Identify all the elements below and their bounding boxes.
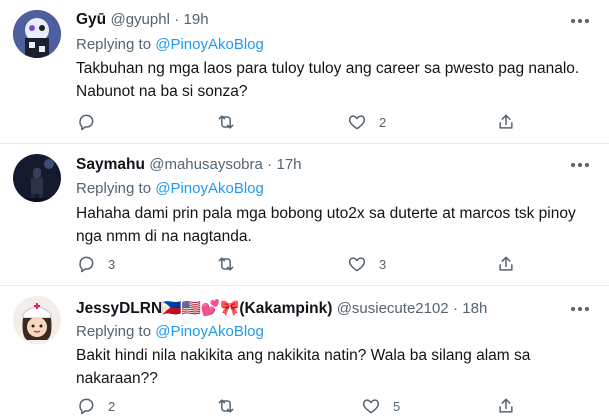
retweet-icon: [218, 257, 234, 271]
reply-button[interactable]: [76, 111, 108, 133]
avatar-image: [13, 296, 61, 344]
share-button[interactable]: [496, 111, 516, 133]
replying-label: Replying to: [76, 180, 152, 197]
separator-dot: ·: [452, 300, 458, 317]
reply-count: 3: [108, 256, 116, 272]
heart-icon: [348, 115, 366, 130]
tweet-text-line: nakaraan??: [76, 370, 158, 387]
display-name[interactable]: Gyū: [76, 11, 106, 28]
share-button[interactable]: [496, 395, 516, 417]
retweet-button[interactable]: [216, 253, 236, 275]
tweet-text-line: Nabunot na ba si sonza?: [76, 83, 248, 100]
avatar-image: [13, 154, 61, 202]
retweet-button[interactable]: [216, 111, 236, 133]
display-name[interactable]: JessyDLRN🇵🇭🇺🇸💕🎀(Kakampink): [76, 300, 332, 317]
like-button[interactable]: 2: [347, 111, 386, 133]
more-icon[interactable]: [571, 163, 589, 169]
like-button[interactable]: 5: [361, 395, 400, 417]
replying-label: Replying to: [76, 36, 152, 53]
reply-count: 2: [108, 398, 116, 414]
more-icon[interactable]: [571, 19, 589, 25]
replying-to-link[interactable]: @PinoyAkoBlog: [155, 180, 264, 197]
heart-icon: [348, 257, 366, 272]
timestamp[interactable]: 19h: [184, 11, 209, 28]
user-handle[interactable]: @susiecute2102: [337, 300, 449, 317]
more-icon[interactable]: [571, 307, 589, 313]
share-icon: [499, 114, 513, 129]
tweet-text-line: Hahaha dami prin pala mga bobong uto2x s…: [76, 205, 576, 222]
tweet-text-line: nga nmm di na nagtanda.: [76, 228, 252, 245]
timestamp[interactable]: 17h: [276, 156, 301, 173]
like-count: 2: [379, 114, 387, 130]
avatar-image: [13, 10, 61, 58]
tweet-text: Bakit hindi nila nakikita ang nakikita n…: [76, 344, 596, 390]
tweet-jessydlrn[interactable]: JessyDLRN🇵🇭🇺🇸💕🎀(Kakampink) @susiecute210…: [0, 286, 609, 420]
tweet-text: Takbuhan ng mga laos para tuloy tuloy an…: [76, 57, 596, 103]
reply-button[interactable]: 3: [76, 253, 115, 275]
separator-dot: ·: [174, 11, 180, 28]
tweet-saymahu[interactable]: Saymahu @mahusaysobra · 17h Replying to …: [0, 144, 609, 285]
tweet-text-line: Bakit hindi nila nakikita ang nakikita n…: [76, 347, 531, 364]
separator-dot: ·: [267, 156, 273, 173]
heart-icon: [362, 399, 380, 414]
reply-icon: [79, 398, 94, 415]
action-bar: 2: [76, 111, 596, 133]
share-button[interactable]: [496, 253, 516, 275]
share-icon: [499, 398, 513, 413]
like-button[interactable]: 3: [347, 253, 386, 275]
replying-to-link[interactable]: @PinoyAkoBlog: [155, 36, 264, 53]
action-bar: 3 3: [76, 253, 596, 275]
user-handle[interactable]: @gyuphl: [110, 11, 169, 28]
replying-to-link[interactable]: @PinoyAkoBlog: [155, 323, 264, 340]
reply-icon: [79, 114, 94, 131]
tweet-gyu[interactable]: Gyū @gyuphl · 19h Replying to @PinoyAkoB…: [0, 0, 609, 143]
display-name[interactable]: Saymahu: [76, 156, 145, 173]
avatar[interactable]: [13, 296, 61, 344]
tweet-text: Hahaha dami prin pala mga bobong uto2x s…: [76, 202, 596, 248]
retweet-icon: [218, 399, 234, 413]
user-handle[interactable]: @mahusaysobra: [149, 156, 263, 173]
action-bar: 2 5: [76, 395, 596, 417]
like-count: 5: [393, 398, 401, 414]
reply-button[interactable]: 2: [76, 395, 115, 417]
retweet-icon: [218, 115, 234, 129]
avatar[interactable]: [13, 154, 61, 202]
share-icon: [499, 256, 513, 271]
like-count: 3: [379, 256, 387, 272]
timestamp[interactable]: 18h: [462, 300, 487, 317]
avatar[interactable]: [13, 10, 61, 58]
reply-icon: [79, 256, 94, 273]
replying-label: Replying to: [76, 323, 152, 340]
tweet-text-line: Takbuhan ng mga laos para tuloy tuloy an…: [76, 60, 580, 77]
retweet-button[interactable]: [216, 395, 236, 417]
